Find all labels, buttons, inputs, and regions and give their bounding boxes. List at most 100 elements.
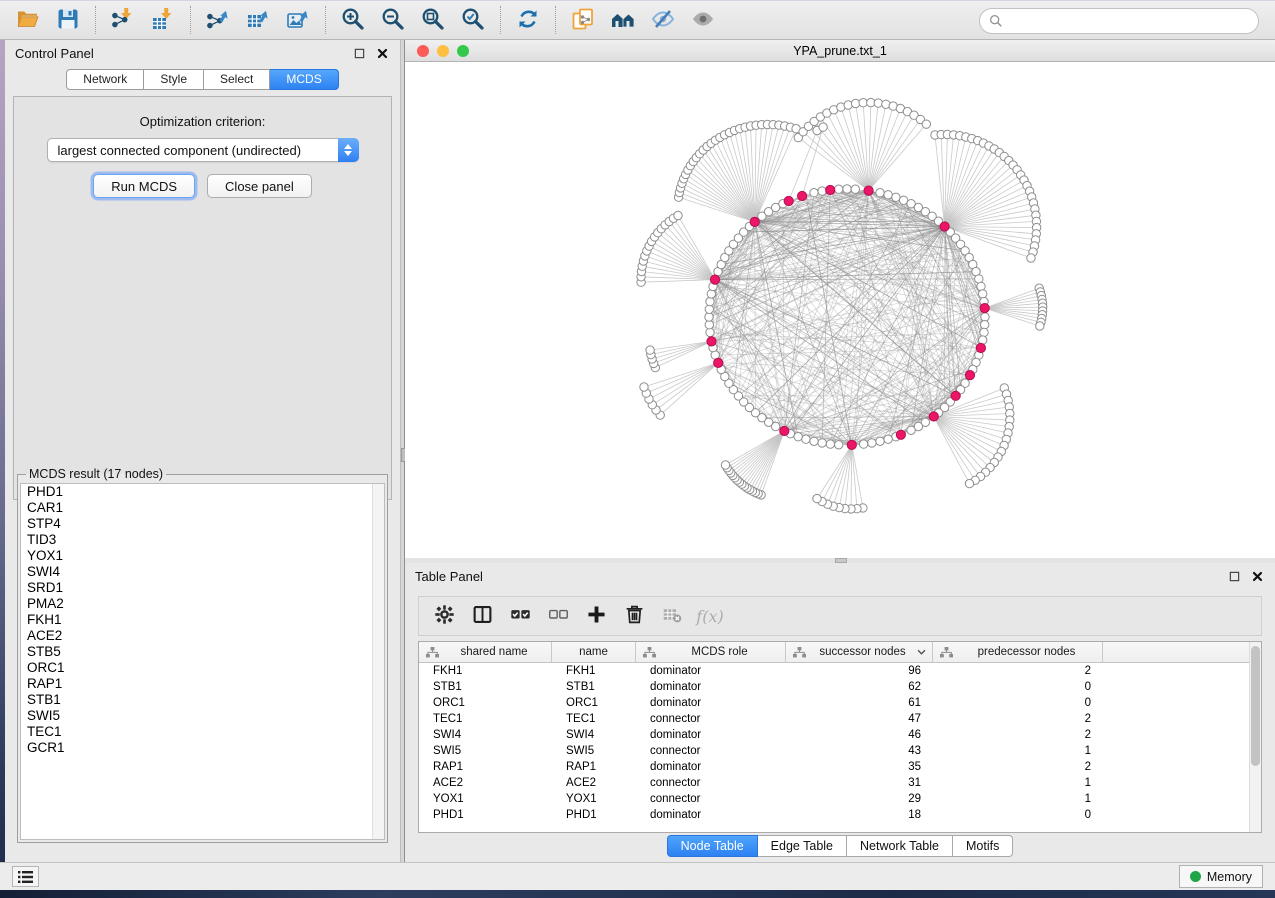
table-cell[interactable]: TEC1 bbox=[552, 711, 636, 727]
table-cell[interactable]: 0 bbox=[933, 695, 1103, 711]
result-list-scrollbar[interactable] bbox=[372, 484, 384, 839]
table-cell[interactable]: SWI4 bbox=[419, 727, 552, 743]
network-leaf-node[interactable] bbox=[721, 461, 729, 469]
table-cell[interactable]: 0 bbox=[933, 679, 1103, 695]
table-cell[interactable]: 61 bbox=[786, 695, 933, 711]
column-header-MCDS-role[interactable]: MCDS role bbox=[636, 642, 786, 662]
network-node[interactable] bbox=[868, 439, 876, 447]
table-row[interactable]: ORC1ORC1dominator610 bbox=[419, 695, 1261, 711]
table-cell[interactable]: ORC1 bbox=[552, 695, 636, 711]
network-leaf-node[interactable] bbox=[965, 479, 973, 487]
network-leaf-node[interactable] bbox=[874, 99, 882, 107]
table-cell[interactable]: 31 bbox=[786, 775, 933, 791]
table-cell[interactable]: dominator bbox=[636, 695, 786, 711]
export-image-button[interactable] bbox=[278, 4, 318, 36]
copy-network-button[interactable] bbox=[563, 4, 603, 36]
network-leaf-node[interactable] bbox=[646, 346, 654, 354]
network-leaf-node[interactable] bbox=[1027, 254, 1035, 262]
close-panel-button[interactable] bbox=[374, 46, 390, 62]
network-node[interactable] bbox=[705, 313, 713, 321]
network-node[interactable] bbox=[907, 426, 915, 434]
table-cell[interactable]: TEC1 bbox=[419, 711, 552, 727]
table-cell[interactable]: ORC1 bbox=[419, 695, 552, 711]
table-cell[interactable]: 46 bbox=[786, 727, 933, 743]
network-hub-node[interactable] bbox=[847, 440, 856, 449]
mcds-result-item[interactable]: GCR1 bbox=[21, 740, 384, 756]
delete-column-button[interactable] bbox=[617, 601, 651, 631]
tab-mcds[interactable]: MCDS bbox=[270, 69, 338, 90]
table-cell[interactable]: 47 bbox=[786, 711, 933, 727]
table-cell[interactable]: 29 bbox=[786, 791, 933, 807]
table-row[interactable]: YOX1YOX1connector291 bbox=[419, 791, 1261, 807]
tab-node-table[interactable]: Node Table bbox=[667, 835, 758, 857]
mcds-result-item[interactable]: CAR1 bbox=[21, 500, 384, 516]
network-node[interactable] bbox=[892, 193, 900, 201]
task-history-button[interactable] bbox=[12, 866, 39, 887]
hide-selected-button[interactable] bbox=[643, 4, 683, 36]
table-cell[interactable]: 1 bbox=[933, 775, 1103, 791]
network-leaf-node[interactable] bbox=[674, 211, 682, 219]
mcds-result-list[interactable]: PHD1CAR1STP4TID3YOX1SWI4SRD1PMA2FKH1ACE2… bbox=[20, 483, 385, 840]
network-hub-node[interactable] bbox=[784, 196, 793, 205]
deselect-all-button[interactable] bbox=[541, 601, 575, 631]
zoom-in-button[interactable] bbox=[333, 4, 373, 36]
network-leaf-node[interactable] bbox=[819, 123, 827, 131]
show-all-button[interactable] bbox=[683, 4, 723, 36]
save-session-button[interactable] bbox=[48, 4, 88, 36]
table-cell[interactable]: RAP1 bbox=[419, 759, 552, 775]
mcds-result-item[interactable]: PHD1 bbox=[21, 484, 384, 500]
network-hub-node[interactable] bbox=[896, 430, 905, 439]
table-cell[interactable]: dominator bbox=[636, 663, 786, 679]
network-node[interactable] bbox=[979, 290, 987, 298]
first-neighbors-button[interactable] bbox=[603, 4, 643, 36]
table-settings-button[interactable] bbox=[427, 601, 461, 631]
add-column-button[interactable] bbox=[579, 601, 613, 631]
table-row[interactable]: SWI5SWI5connector431 bbox=[419, 743, 1261, 759]
table-cell[interactable]: connector bbox=[636, 775, 786, 791]
table-cell[interactable]: 62 bbox=[786, 679, 933, 695]
tab-style[interactable]: Style bbox=[144, 69, 204, 90]
select-all-button[interactable] bbox=[503, 601, 537, 631]
zoom-selected-button[interactable] bbox=[453, 4, 493, 36]
tab-motifs[interactable]: Motifs bbox=[953, 835, 1013, 857]
mcds-result-item[interactable]: FKH1 bbox=[21, 612, 384, 628]
table-scrollbar[interactable] bbox=[1249, 642, 1261, 832]
network-node[interactable] bbox=[706, 297, 714, 305]
zoom-fit-button[interactable] bbox=[413, 4, 453, 36]
mcds-result-item[interactable]: TID3 bbox=[21, 532, 384, 548]
table-cell[interactable]: ACE2 bbox=[419, 775, 552, 791]
mcds-result-item[interactable]: ORC1 bbox=[21, 660, 384, 676]
import-network-button[interactable] bbox=[103, 4, 143, 36]
table-cell[interactable]: SWI5 bbox=[552, 743, 636, 759]
network-window-titlebar[interactable]: YPA_prune.txt_1 bbox=[405, 40, 1275, 62]
network-node[interactable] bbox=[705, 305, 713, 313]
network-hub-node[interactable] bbox=[864, 186, 873, 195]
table-cell[interactable]: connector bbox=[636, 711, 786, 727]
network-hub-node[interactable] bbox=[940, 222, 949, 231]
network-node[interactable] bbox=[835, 441, 843, 449]
network-node[interactable] bbox=[810, 437, 818, 445]
network-hub-node[interactable] bbox=[750, 217, 759, 226]
network-node[interactable] bbox=[876, 437, 884, 445]
mcds-result-item[interactable]: STB5 bbox=[21, 644, 384, 660]
tab-select[interactable]: Select bbox=[204, 69, 270, 90]
network-node[interactable] bbox=[980, 328, 988, 336]
network-leaf-node[interactable] bbox=[922, 120, 930, 128]
network-node[interactable] bbox=[706, 328, 714, 336]
network-hub-node[interactable] bbox=[951, 391, 960, 400]
mcds-result-item[interactable]: SWI5 bbox=[21, 708, 384, 724]
table-cell[interactable]: RAP1 bbox=[552, 759, 636, 775]
network-hub-node[interactable] bbox=[710, 275, 719, 284]
network-node[interactable] bbox=[802, 435, 810, 443]
export-table-button[interactable] bbox=[238, 4, 278, 36]
tab-network-table[interactable]: Network Table bbox=[847, 835, 953, 857]
table-cell[interactable]: FKH1 bbox=[419, 663, 552, 679]
network-hub-node[interactable] bbox=[929, 412, 938, 421]
mcds-result-item[interactable]: STP4 bbox=[21, 516, 384, 532]
network-leaf-node[interactable] bbox=[813, 494, 821, 502]
table-cell[interactable]: SWI4 bbox=[552, 727, 636, 743]
table-cell[interactable]: STB1 bbox=[552, 679, 636, 695]
network-node[interactable] bbox=[818, 187, 826, 195]
table-cell[interactable]: 0 bbox=[933, 807, 1103, 823]
table-cell[interactable]: 2 bbox=[933, 711, 1103, 727]
